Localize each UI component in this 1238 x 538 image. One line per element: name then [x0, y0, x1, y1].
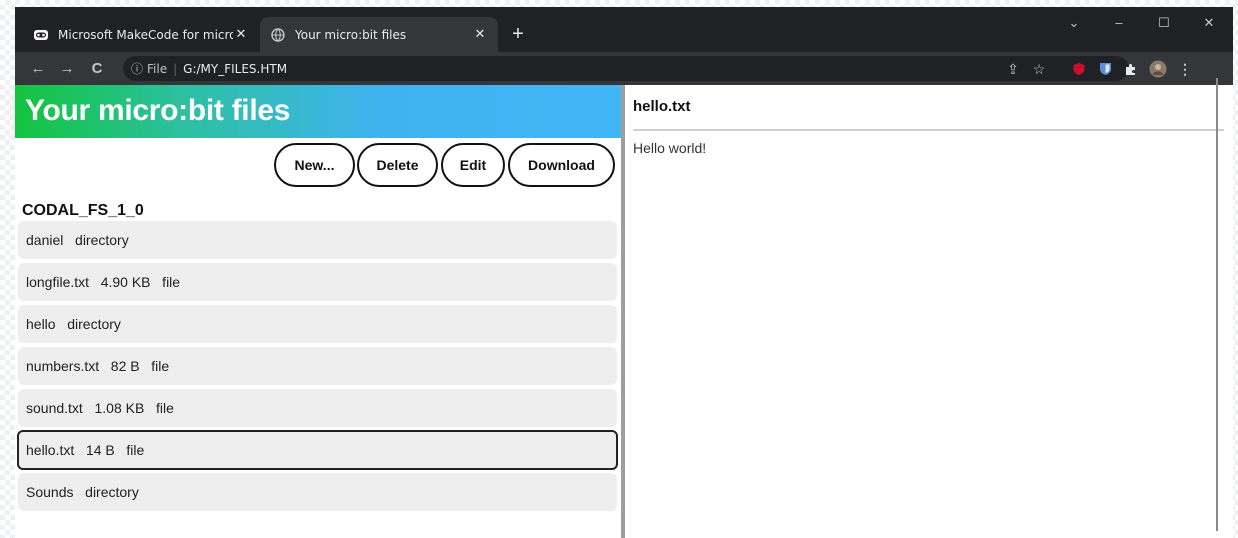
maximize-icon[interactable]: ☐ [1146, 13, 1182, 33]
filesystem-name: CODAL_FS_1_0 [22, 202, 144, 219]
tab-micro-bit-files[interactable]: Your micro:bit files ✕ [260, 17, 498, 52]
file-row[interactable]: hello directory [18, 305, 617, 343]
extensions-puzzle-icon[interactable] [1121, 59, 1141, 79]
tab-makecode[interactable]: Microsoft MakeCode for micro:bi ✕ [23, 17, 259, 52]
back-icon[interactable]: ← [27, 58, 49, 80]
window-edge [1216, 78, 1218, 531]
profile-avatar[interactable] [1148, 59, 1168, 79]
preview-filename: hello.txt [633, 98, 691, 115]
browser-window: Microsoft MakeCode for micro:bi ✕ Your m… [15, 7, 1233, 538]
file-row[interactable]: numbers.txt 82 B file [18, 347, 617, 385]
preview-content: Hello world! [633, 140, 707, 156]
close-icon[interactable]: ✕ [233, 27, 249, 42]
page-content: Your micro:bit files New... Delete Edit … [15, 85, 1233, 538]
file-row-selected[interactable]: hello.txt 14 B file [17, 430, 618, 470]
forward-icon[interactable]: → [56, 58, 78, 80]
ublock-icon[interactable] [1069, 59, 1089, 79]
file-row[interactable]: longfile.txt 4.90 KB file [18, 263, 617, 301]
file-preview-pane: hello.txt Hello world! [625, 85, 1233, 538]
tab-title: Microsoft MakeCode for micro:bi [58, 27, 233, 42]
minimize-icon[interactable]: – [1101, 13, 1137, 33]
bitwarden-icon[interactable] [1095, 59, 1115, 79]
info-icon[interactable]: ⓘ [131, 60, 143, 77]
globe-icon [270, 27, 286, 43]
url-scheme: File [147, 61, 168, 76]
share-icon[interactable]: ⇪ [1003, 59, 1023, 79]
new-tab-icon[interactable]: + [505, 21, 531, 47]
url-separator: | [173, 61, 178, 76]
file-row[interactable]: Sounds directory [18, 473, 617, 511]
makecode-icon [33, 27, 49, 43]
menu-dots-icon[interactable]: ⋮ [1175, 59, 1195, 79]
bookmark-star-icon[interactable]: ☆ [1029, 59, 1049, 79]
new-button[interactable]: New... [274, 143, 355, 187]
preview-divider [633, 129, 1224, 131]
tab-strip: Microsoft MakeCode for micro:bi ✕ Your m… [15, 7, 1233, 52]
file-row[interactable]: sound.txt 1.08 KB file [18, 389, 617, 427]
file-row[interactable]: daniel directory [18, 221, 617, 259]
browser-toolbar: ← → C ⓘ File | G:/MY_FILES.HTM ⇪ ☆ ⋮ [15, 52, 1233, 85]
delete-button[interactable]: Delete [357, 143, 438, 187]
reload-icon[interactable]: C [86, 58, 108, 80]
url-text: G:/MY_FILES.HTM [183, 61, 288, 76]
tab-title: Your micro:bit files [295, 27, 407, 42]
close-icon[interactable]: ✕ [472, 27, 488, 42]
page-banner: Your micro:bit files [15, 85, 621, 138]
tab-search-icon[interactable]: ⌄ [1056, 13, 1092, 33]
window-close-icon[interactable]: ✕ [1191, 13, 1227, 33]
edit-button[interactable]: Edit [441, 143, 505, 187]
download-button[interactable]: Download [508, 143, 615, 187]
address-bar[interactable]: ⓘ File | G:/MY_FILES.HTM [123, 56, 1129, 81]
page-title: Your micro:bit files [25, 94, 291, 127]
file-list-pane: Your micro:bit files New... Delete Edit … [15, 85, 621, 538]
